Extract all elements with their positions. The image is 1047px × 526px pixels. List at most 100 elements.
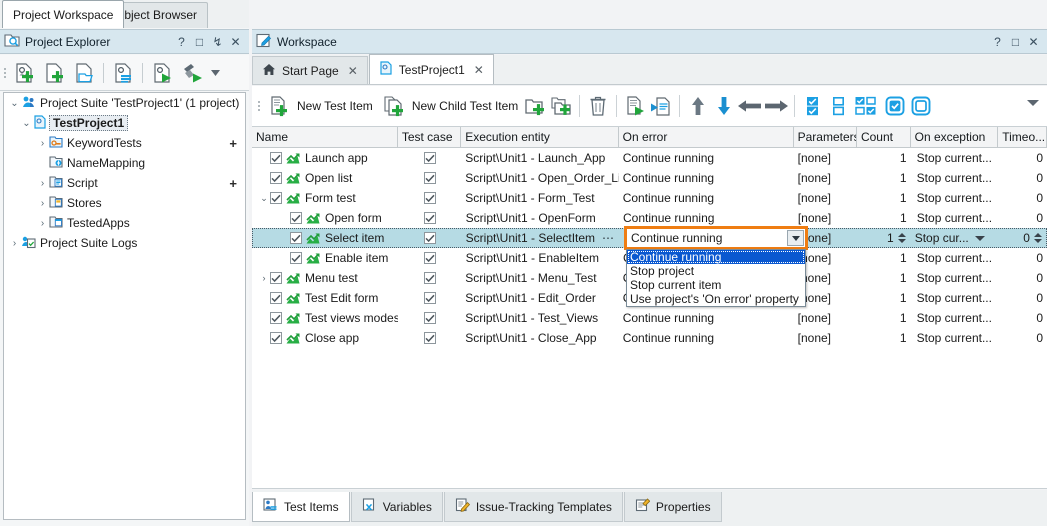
cell-test-case[interactable] xyxy=(398,168,461,188)
cell-count[interactable]: 1 xyxy=(857,188,911,208)
row-expander-icon[interactable]: ⌄ xyxy=(258,193,270,204)
cell-test-case[interactable] xyxy=(398,288,461,308)
cell-on-error[interactable]: Continue running xyxy=(619,308,794,328)
test-case-checkbox[interactable] xyxy=(423,152,436,164)
cell-on-error[interactable]: Continue running xyxy=(619,328,794,348)
add-script-button[interactable]: + xyxy=(229,176,245,191)
toolbar-overflow-chevron-down-icon[interactable] xyxy=(1027,100,1039,106)
tree-node-project-suite[interactable]: ⌄ Project Suite 'TestProject1' (1 projec… xyxy=(4,93,245,113)
column-header-on-exception[interactable]: On exception xyxy=(911,127,999,147)
check-all-icon[interactable] xyxy=(800,93,826,119)
cell-name[interactable]: › Menu test xyxy=(252,268,398,288)
cell-on-exception[interactable]: Stop current... xyxy=(911,288,999,308)
run-project-icon[interactable] xyxy=(148,59,176,87)
tree-node-stores[interactable]: › Stores xyxy=(4,193,245,213)
project-tree[interactable]: ⌄ Project Suite 'TestProject1' (1 projec… xyxy=(3,92,246,520)
pin-button[interactable]: ↯ xyxy=(212,36,223,48)
cell-count[interactable]: 1 xyxy=(857,328,911,348)
timeout-spinner[interactable] xyxy=(1033,231,1043,245)
test-case-checkbox[interactable] xyxy=(423,292,436,304)
cell-name[interactable]: Launch app xyxy=(252,148,398,168)
close-icon[interactable]: ✕ xyxy=(474,63,484,77)
row-checkbox[interactable] xyxy=(270,292,282,304)
cell-count[interactable]: 1 xyxy=(857,288,911,308)
cell-execution-entity[interactable]: Script\Unit1 - Test_Views xyxy=(461,308,618,328)
on-error-combobox[interactable]: Continue running xyxy=(626,228,806,248)
column-header-on-error[interactable]: On error xyxy=(619,127,794,147)
cell-execution-entity[interactable]: Script\Unit1 - OpenForm xyxy=(462,208,619,228)
cell-parameters[interactable]: [none] xyxy=(794,188,857,208)
bottom-tab-issue-tracking-templates[interactable]: Issue-Tracking Templates xyxy=(443,492,623,522)
expander-icon[interactable]: › xyxy=(36,138,49,149)
dropdown-option[interactable]: Use project's 'On error' property xyxy=(627,292,805,306)
cell-execution-entity[interactable]: Script\Unit1 - Form_Test xyxy=(461,188,618,208)
run-project-suite-icon[interactable] xyxy=(178,59,206,87)
doc-tab-testproject1[interactable]: TestProject1 ✕ xyxy=(368,54,494,84)
on-error-dropdown-list[interactable]: Continue running Stop project Stop current… xyxy=(626,249,806,307)
tree-node-testedapps[interactable]: › TestedApps xyxy=(4,213,245,233)
cell-parameters[interactable]: [none] xyxy=(794,168,857,188)
cell-count[interactable]: 1 xyxy=(857,268,911,288)
cell-name[interactable]: ⌄ Form test xyxy=(252,188,398,208)
cell-count[interactable]: 1 xyxy=(857,208,911,228)
expander-icon[interactable]: › xyxy=(36,218,49,229)
column-header-count[interactable]: Count xyxy=(857,127,911,147)
cell-execution-entity[interactable]: Script\Unit1 - Launch_App xyxy=(461,148,618,168)
table-row[interactable]: Close app Script\Unit1 - Close_App Continu… xyxy=(252,328,1047,348)
test-items-grid[interactable]: Name Test case Execution entity On error… xyxy=(252,127,1047,489)
enable-item-icon[interactable] xyxy=(882,93,908,119)
cell-timeout[interactable]: 0 xyxy=(998,268,1047,288)
count-spinner[interactable] xyxy=(897,231,907,245)
run-selected-icon[interactable] xyxy=(648,93,674,119)
cell-on-exception[interactable]: Stop current... xyxy=(911,148,999,168)
cell-on-exception[interactable]: Stop current... xyxy=(911,168,999,188)
maximize-button[interactable]: □ xyxy=(194,36,205,48)
cell-count[interactable]: 1 xyxy=(857,248,911,268)
cell-on-exception[interactable]: Stop current... xyxy=(911,208,999,228)
test-case-checkbox[interactable] xyxy=(423,332,436,344)
cell-test-case[interactable] xyxy=(398,308,461,328)
row-checkbox[interactable] xyxy=(290,252,302,264)
bottom-tab-properties[interactable]: Properties xyxy=(623,492,722,522)
tree-node-script[interactable]: › Script + xyxy=(4,173,245,193)
help-button[interactable]: ? xyxy=(176,36,187,48)
cell-parameters[interactable]: [none] xyxy=(794,208,857,228)
bottom-tab-variables[interactable]: Variables xyxy=(350,492,443,522)
row-checkbox[interactable] xyxy=(290,212,302,224)
tab-project-workspace[interactable]: Project Workspace xyxy=(2,0,125,28)
cell-count[interactable]: 1 xyxy=(857,228,911,248)
new-child-test-item-button[interactable]: New Child Test Item xyxy=(377,91,522,121)
cell-test-case[interactable] xyxy=(398,328,461,348)
row-checkbox[interactable] xyxy=(270,272,282,284)
cell-name[interactable]: Select item xyxy=(252,228,398,248)
column-header-test-case[interactable]: Test case xyxy=(398,127,462,147)
row-checkbox[interactable] xyxy=(270,312,282,324)
expander-icon[interactable]: › xyxy=(8,238,21,249)
on-exception-chevron-down-icon[interactable] xyxy=(974,235,985,241)
new-child-folder-item-icon[interactable] xyxy=(548,93,574,119)
close-button[interactable]: ✕ xyxy=(1028,36,1039,48)
new-folder-item-icon[interactable] xyxy=(522,93,548,119)
cell-name[interactable]: Open list xyxy=(252,168,398,188)
cell-name[interactable]: Test Edit form xyxy=(252,288,398,308)
move-right-icon[interactable] xyxy=(763,93,789,119)
close-icon[interactable]: ✕ xyxy=(348,64,358,78)
tree-node-project-suite-logs[interactable]: › Project Suite Logs xyxy=(4,233,245,253)
cell-count[interactable]: 1 xyxy=(857,148,911,168)
cell-parameters[interactable]: [none] xyxy=(794,308,857,328)
row-checkbox[interactable] xyxy=(270,192,282,204)
tree-node-namemapping[interactable]: NameMapping xyxy=(4,153,245,173)
test-case-checkbox[interactable] xyxy=(423,272,436,284)
doc-tab-start-page[interactable]: Start Page ✕ xyxy=(252,56,368,84)
cell-test-case[interactable] xyxy=(398,208,461,228)
table-row[interactable]: Test views modes Script\Unit1 - Test_View… xyxy=(252,308,1047,328)
column-header-name[interactable]: Name xyxy=(252,127,398,147)
run-test-item-icon[interactable] xyxy=(622,93,648,119)
test-case-checkbox[interactable] xyxy=(423,312,436,324)
cell-test-case[interactable] xyxy=(398,268,461,288)
new-item-icon[interactable] xyxy=(40,59,68,87)
cell-parameters[interactable]: [none] xyxy=(794,328,857,348)
edit-properties-icon[interactable] xyxy=(109,59,137,87)
expander-icon[interactable]: ⌄ xyxy=(8,98,21,109)
cell-execution-entity[interactable]: Script\Unit1 - SelectItem ⋯ xyxy=(462,228,619,248)
